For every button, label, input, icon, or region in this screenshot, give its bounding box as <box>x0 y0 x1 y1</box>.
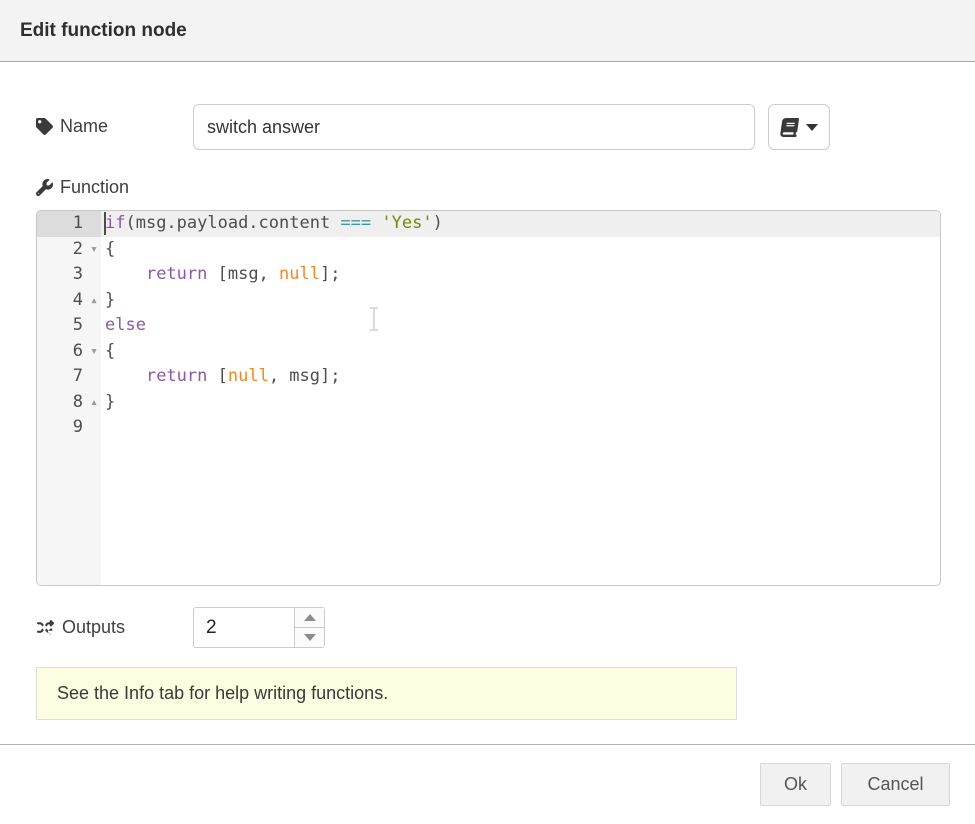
fold-open-icon[interactable]: ▾ <box>90 339 98 365</box>
code-editor[interactable]: 12▾34▴56▾78▴9 if(msg.payload.content ===… <box>36 210 941 586</box>
gutter-line-number[interactable]: 7 <box>37 364 101 390</box>
token-plain: } <box>105 290 115 310</box>
shuffle-icon <box>36 619 55 636</box>
line-number: 7 <box>73 366 83 386</box>
token-operator: === <box>340 213 371 233</box>
dialog-header: Edit function node <box>0 0 975 62</box>
editor-code[interactable]: if(msg.payload.content === 'Yes'){ retur… <box>101 211 940 585</box>
ok-button[interactable]: Ok <box>760 763 831 806</box>
edit-function-node-dialog: Edit function node Name Function 12▾34▴5… <box>0 0 975 824</box>
code-line[interactable]: return [msg, null]; <box>101 262 940 288</box>
token-plain: , msg]; <box>269 366 341 386</box>
form-tip-text: See the Info tab for help writing functi… <box>57 683 388 704</box>
gutter-line-number[interactable]: 6▾ <box>37 339 101 365</box>
token-plain: } <box>105 392 115 412</box>
token-plain <box>371 213 381 233</box>
token-string: 'Yes' <box>381 213 432 233</box>
outputs-input[interactable] <box>194 608 294 647</box>
caret-up-icon <box>304 614 316 621</box>
spinner-down-button[interactable] <box>295 628 324 647</box>
dialog-title: Edit function node <box>20 20 187 42</box>
gutter-line-number[interactable]: 4▴ <box>37 288 101 314</box>
token-plain: { <box>105 239 115 259</box>
code-line[interactable] <box>101 415 940 441</box>
spinner-buttons <box>294 608 324 647</box>
token-plain: { <box>105 341 115 361</box>
token-plain: [ <box>207 366 227 386</box>
token-keyword: return <box>146 264 207 284</box>
fold-end-icon[interactable]: ▴ <box>90 288 98 314</box>
token-keyword: else <box>105 315 146 335</box>
fold-end-icon[interactable]: ▴ <box>90 390 98 416</box>
code-line[interactable]: { <box>101 339 940 365</box>
mouse-ibeam-pointer <box>369 307 379 331</box>
caret-down-icon <box>806 124 818 131</box>
token-plain <box>105 366 146 386</box>
form-tip: See the Info tab for help writing functi… <box>36 667 737 720</box>
token-plain <box>105 264 146 284</box>
outputs-label-text: Outputs <box>62 617 125 638</box>
token-plain: (msg.payload.content <box>125 213 340 233</box>
name-input[interactable] <box>193 104 755 150</box>
token-plain: ) <box>433 213 443 233</box>
function-label: Function <box>36 177 129 198</box>
line-number: 1 <box>73 213 83 233</box>
line-number: 2 <box>73 239 83 259</box>
line-number: 5 <box>73 315 83 335</box>
gutter-line-number[interactable]: 5 <box>37 313 101 339</box>
token-keyword: if <box>105 213 125 233</box>
outputs-spinner <box>193 607 325 648</box>
code-line[interactable]: else <box>101 313 940 339</box>
book-icon <box>779 118 801 137</box>
function-label-text: Function <box>60 177 129 198</box>
caret-down-icon <box>304 634 316 641</box>
token-constant: null <box>279 264 320 284</box>
gutter-line-number[interactable]: 8▴ <box>37 390 101 416</box>
code-line[interactable]: return [null, msg]; <box>101 364 940 390</box>
text-cursor <box>104 212 106 235</box>
gutter-line-number[interactable]: 9 <box>37 415 101 441</box>
wrench-icon <box>36 179 53 196</box>
gutter-line-number[interactable]: 2▾ <box>37 237 101 263</box>
line-number: 8 <box>73 392 83 412</box>
gutter-line-number[interactable]: 1 <box>37 211 101 237</box>
editor-gutter[interactable]: 12▾34▴56▾78▴9 <box>37 211 101 585</box>
token-plain: ]; <box>320 264 340 284</box>
cancel-button[interactable]: Cancel <box>841 763 950 806</box>
name-label: Name <box>36 116 108 137</box>
spinner-up-button[interactable] <box>295 608 324 628</box>
outputs-label: Outputs <box>36 617 125 638</box>
code-line[interactable]: } <box>101 390 940 416</box>
line-number: 9 <box>73 417 83 437</box>
token-plain: [msg, <box>207 264 279 284</box>
library-button[interactable] <box>768 104 830 150</box>
gutter-line-number[interactable]: 3 <box>37 262 101 288</box>
line-number: 3 <box>73 264 83 284</box>
fold-open-icon[interactable]: ▾ <box>90 237 98 263</box>
token-keyword: return <box>146 366 207 386</box>
code-line[interactable]: } <box>101 288 940 314</box>
tag-icon <box>36 118 53 135</box>
code-line[interactable]: { <box>101 237 940 263</box>
code-line[interactable]: if(msg.payload.content === 'Yes') <box>101 211 940 237</box>
token-constant: null <box>228 366 269 386</box>
footer-divider <box>0 744 975 745</box>
name-label-text: Name <box>60 116 108 137</box>
line-number: 6 <box>73 341 83 361</box>
line-number: 4 <box>73 290 83 310</box>
